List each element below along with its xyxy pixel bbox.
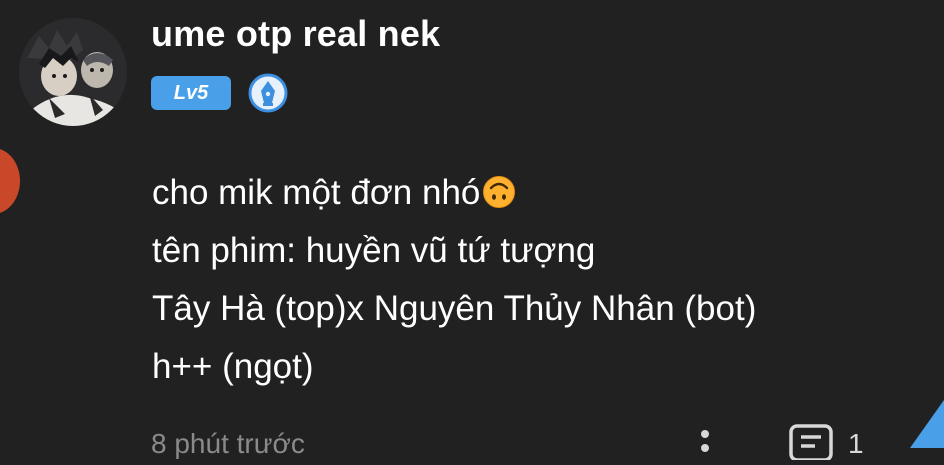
reply-count: 1 [848, 428, 864, 459]
floating-action-corner[interactable] [904, 400, 944, 448]
user-avatar[interactable] [19, 18, 127, 126]
comment-line: tên phim: huyền vũ tứ tượng [152, 231, 596, 270]
username[interactable]: ume otp real nek [151, 13, 440, 55]
upside-down-face-emoji [482, 169, 516, 208]
comment-line: Tây Hà (top)x Nguyên Thủy Nhân (bot) [152, 289, 757, 328]
reply-icon[interactable] [788, 420, 834, 462]
comment-line: cho mik một đơn nhó [152, 164, 756, 222]
comment-line: h++ (ngọt) [152, 347, 314, 386]
fountain-pen-icon [248, 73, 288, 113]
level-badge: Lv5 [151, 76, 231, 110]
comment-timestamp: 8 phút trước [151, 428, 305, 459]
adjacent-avatar [0, 148, 20, 214]
comment-body: cho mik một đơn nhó tên phim: huyền vũ t… [152, 164, 756, 396]
